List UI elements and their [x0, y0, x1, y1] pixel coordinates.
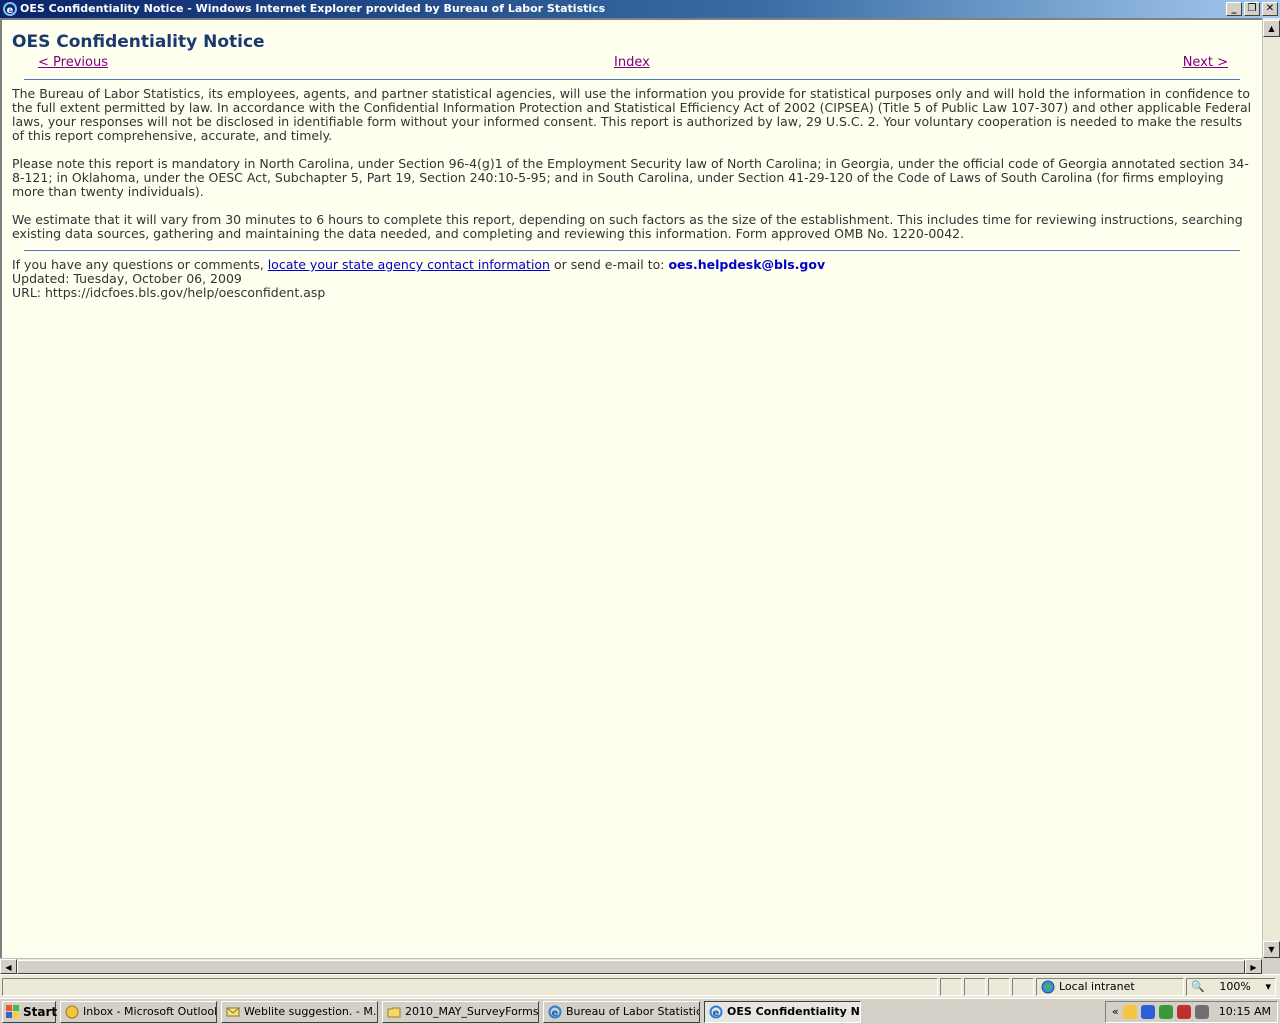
task-outlook[interactable]: Inbox - Microsoft Outlook	[60, 1000, 217, 1023]
status-cell	[1012, 977, 1034, 996]
contact-line: If you have any questions or comments, l…	[12, 258, 1252, 272]
svg-text:e: e	[552, 1008, 559, 1019]
task-bls-browser[interactable]: e Bureau of Labor Statistic...	[543, 1000, 700, 1023]
task-label: Inbox - Microsoft Outlook	[83, 1005, 217, 1018]
scroll-right-button[interactable]: ▶	[1245, 959, 1262, 974]
page-title: OES Confidentiality Notice	[12, 32, 265, 52]
page-content: OES Confidentiality Notice < Previous In…	[0, 18, 1262, 958]
divider-bottom	[24, 250, 1240, 251]
svg-text:e: e	[713, 1008, 720, 1019]
network-icon[interactable]	[1158, 1004, 1173, 1019]
zoom-icon: 🔍	[1191, 980, 1205, 993]
scroll-corner	[1262, 958, 1280, 974]
state-agency-contact-link[interactable]: locate your state agency contact informa…	[268, 257, 550, 272]
helpdesk-email[interactable]: oes.helpdesk@bls.gov	[668, 257, 825, 272]
page-nav: < Previous Index Next >	[12, 55, 1252, 73]
index-link[interactable]: Index	[614, 55, 650, 70]
security-zone[interactable]: Local intranet	[1036, 977, 1184, 996]
envelope-icon	[226, 1005, 240, 1019]
status-cell	[940, 977, 962, 996]
paragraph-confidentiality: The Bureau of Labor Statistics, its empl…	[12, 86, 1252, 143]
outlook-tray-icon[interactable]	[1122, 1004, 1137, 1019]
previous-link[interactable]: < Previous	[38, 55, 108, 70]
window-title: OES Confidentiality Notice - Windows Int…	[20, 2, 606, 15]
scroll-left-button[interactable]: ◀	[0, 959, 17, 974]
task-label: OES Confidentiality No...	[727, 1005, 860, 1018]
window-titlebar[interactable]: e OES Confidentiality Notice - Windows I…	[0, 0, 1280, 18]
minimize-button[interactable]: _	[1226, 2, 1242, 16]
horizontal-scrollbar[interactable]: ◀ ▶	[0, 958, 1262, 974]
browser-viewport: OES Confidentiality Notice < Previous In…	[0, 18, 1280, 974]
task-oes-confidentiality[interactable]: e OES Confidentiality No...	[704, 1000, 861, 1023]
svg-text:e: e	[7, 5, 14, 16]
zone-label: Local intranet	[1059, 980, 1135, 993]
status-text-area	[2, 977, 938, 996]
updated-date: Updated: Tuesday, October 06, 2009	[12, 271, 242, 286]
status-cell	[988, 977, 1010, 996]
start-button[interactable]: Start	[2, 1000, 58, 1023]
shield-icon[interactable]	[1140, 1004, 1155, 1019]
start-label: Start	[23, 1004, 58, 1019]
status-cell	[964, 977, 986, 996]
paragraph-burden-estimate: We estimate that it will vary from 30 mi…	[12, 212, 1243, 241]
clock[interactable]: 10:15 AM	[1219, 1005, 1271, 1018]
close-button[interactable]: ✕	[1262, 2, 1278, 16]
task-surveyforms[interactable]: 2010_MAY_SurveyForms	[382, 1000, 539, 1023]
chevron-down-icon[interactable]: ▾	[1265, 980, 1271, 993]
tray-expand-chevron[interactable]: «	[1112, 1005, 1119, 1018]
ie-icon: e	[3, 2, 17, 16]
status-bar: Local intranet 🔍 100% ▾	[0, 974, 1280, 998]
restore-button[interactable]: ❐	[1244, 2, 1260, 16]
folder-icon	[387, 1005, 401, 1019]
zoom-control[interactable]: 🔍 100% ▾	[1186, 977, 1276, 996]
task-label: Bureau of Labor Statistic...	[566, 1005, 700, 1018]
vertical-scrollbar[interactable]: ▲ ▼	[1262, 18, 1280, 958]
globe-icon	[1041, 980, 1055, 994]
taskbar: Start Inbox - Microsoft Outlook Weblite …	[0, 998, 1280, 1024]
next-link[interactable]: Next >	[1183, 55, 1228, 70]
task-label: Weblite suggestion. - M...	[244, 1005, 378, 1018]
paragraph-mandatory: Please note this report is mandatory in …	[12, 156, 1249, 199]
windows-logo-icon	[6, 1004, 20, 1019]
zoom-level: 100%	[1219, 980, 1251, 993]
outlook-icon	[65, 1005, 79, 1019]
page-url: URL: https://idcfoes.bls.gov/help/oescon…	[12, 285, 326, 300]
ie-icon: e	[548, 1005, 562, 1019]
security-alert-icon[interactable]	[1176, 1004, 1191, 1019]
system-tray: « 10:15 AM	[1105, 1000, 1278, 1023]
contact-mid: or send e-mail to:	[550, 257, 669, 272]
scroll-down-button[interactable]: ▼	[1263, 941, 1280, 958]
volume-icon[interactable]	[1194, 1004, 1209, 1019]
task-label: 2010_MAY_SurveyForms	[405, 1005, 539, 1018]
ie-icon: e	[709, 1005, 723, 1019]
divider-top	[24, 79, 1240, 80]
horizontal-scroll-thumb[interactable]	[17, 960, 1245, 974]
page-footer: If you have any questions or comments, l…	[12, 258, 1252, 300]
scroll-up-button[interactable]: ▲	[1263, 20, 1280, 37]
contact-prefix: If you have any questions or comments,	[12, 257, 268, 272]
task-weblite[interactable]: Weblite suggestion. - M...	[221, 1000, 378, 1023]
